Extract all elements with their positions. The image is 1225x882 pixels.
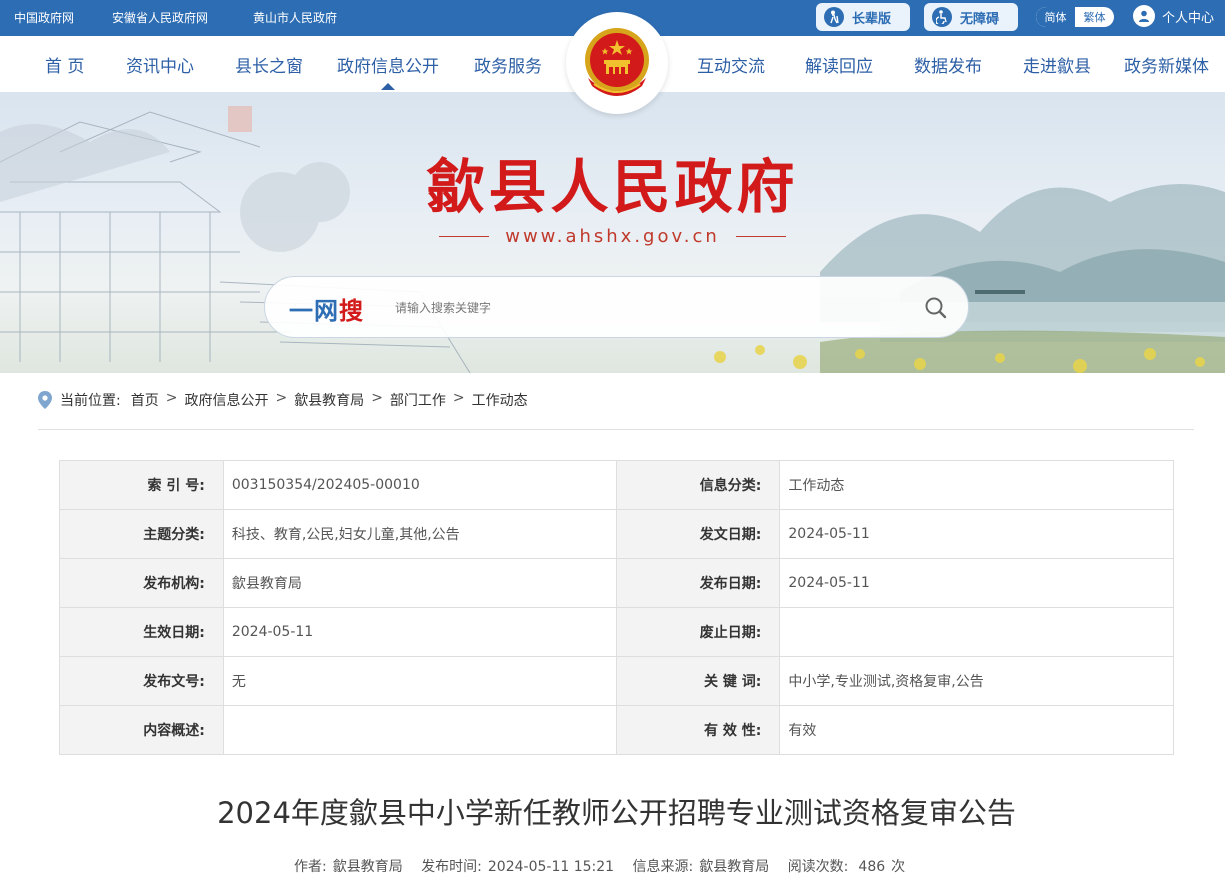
issue-date-label: 发文日期: (615, 509, 781, 559)
elder-mode-button[interactable]: 长辈版 (816, 3, 910, 31)
article-title: 2024年度歙县中小学新任教师公开招聘专业测试资格复审公告 (217, 796, 1016, 830)
index-number-value: 003150354/202405-00010 (222, 460, 617, 510)
keywords-label: 关 键 词: (615, 656, 781, 706)
national-emblem-logo[interactable] (566, 12, 668, 114)
expiry-date-label: 废止日期: (615, 607, 781, 657)
link-huangshan-gov[interactable]: 黄山市人民政府 (253, 9, 337, 26)
nav-interpretation[interactable]: 解读回应 (805, 52, 873, 77)
effective-date-label: 生效日期: (59, 607, 224, 657)
site-title: 歙县人民政府 (426, 153, 799, 221)
breadcrumb-separator: > (371, 390, 383, 406)
expiry-date-value (779, 607, 1174, 657)
search-button[interactable] (923, 295, 949, 321)
views-count: 486 (858, 859, 886, 875)
language-switch: 简体 繁体 (1036, 7, 1114, 27)
accessibility-label: 无障碍 (960, 11, 1000, 27)
search-brand-part1: 一网 (289, 297, 339, 325)
search-brand-part2: 搜 (339, 297, 364, 325)
effective-date-value: 2024-05-11 (222, 607, 617, 657)
nav-new-media[interactable]: 政务新媒体 (1124, 52, 1209, 77)
elder-mode-label: 长辈版 (852, 11, 892, 27)
accessibility-button[interactable]: 无障碍 (924, 3, 1018, 31)
document-number-value: 无 (222, 656, 617, 706)
breadcrumb-department-work[interactable]: 部门工作 (390, 390, 446, 410)
views-label: 阅读次数: (787, 859, 849, 875)
wheelchair-icon (932, 7, 952, 27)
hero-banner: 歙县人民政府 www.ahshx.gov.cn 一网搜 (0, 92, 1225, 373)
author-value: 歙县教育局 (332, 859, 403, 875)
document-number-label: 发布文号: (59, 656, 224, 706)
nav-home[interactable]: 首 页 (45, 52, 84, 77)
validity-value: 有效 (779, 705, 1174, 755)
nav-magistrate[interactable]: 县长之窗 (235, 52, 303, 77)
source-value: 歙县教育局 (699, 859, 770, 875)
search-icon (925, 297, 947, 319)
divider-right (735, 236, 786, 237)
source-label: 信息来源: (632, 859, 694, 875)
nav-gov-info[interactable]: 政府信息公开 (337, 52, 439, 90)
nav-news[interactable]: 资讯中心 (126, 52, 194, 77)
issue-date-value: 2024-05-11 (779, 509, 1174, 559)
breadcrumb-prefix: 当前位置: (60, 393, 121, 409)
nav-data[interactable]: 数据发布 (914, 52, 982, 77)
divider-left (439, 236, 490, 237)
lang-simplified[interactable]: 简体 (1036, 7, 1075, 27)
user-center-label: 个人中心 (1162, 10, 1215, 26)
table-row: 发布机构: 歙县教育局 发布日期: 2024-05-11 (59, 558, 1174, 608)
table-row: 索 引 号: 003150354/202405-00010 信息分类: 工作动态 (59, 460, 1174, 510)
site-url-row: www.ahshx.gov.cn (0, 226, 1225, 247)
breadcrumb-separator: > (165, 390, 178, 406)
topic-category-label: 主题分类: (59, 509, 224, 559)
breadcrumb-separator: > (275, 390, 288, 406)
breadcrumb-home[interactable]: 首页 (131, 390, 159, 410)
breadcrumb-separator: > (452, 390, 465, 406)
nav-services[interactable]: 政务服务 (474, 52, 542, 77)
link-china-gov[interactable]: 中国政府网 (14, 9, 74, 26)
views-unit: 次 (891, 859, 906, 875)
breadcrumb-education-bureau[interactable]: 歙县教育局 (294, 390, 364, 410)
table-row: 内容概述: 有 效 性: 有效 (59, 705, 1174, 755)
search-input[interactable] (395, 297, 875, 319)
info-category-label: 信息分类: (615, 460, 781, 510)
publish-date-label: 发布日期: (615, 558, 781, 608)
table-row: 发布文号: 无 关 键 词: 中小学,专业测试,资格复审,公告 (59, 656, 1174, 706)
topic-category-value: 科技、教育,公民,妇女儿童,其他,公告 (222, 509, 617, 559)
publish-time-label: 发布时间: (421, 859, 482, 875)
lang-traditional[interactable]: 繁体 (1075, 7, 1114, 27)
publish-time-value: 2024-05-11 15:21 (487, 859, 615, 875)
nav-about-shexian[interactable]: 走进歙县 (1023, 52, 1091, 77)
article-meta: 作者: 歙县教育局 发布时间: 2024-05-11 15:21 信息来源: 歙县教育… (294, 856, 919, 876)
table-row: 主题分类: 科技、教育,公民,妇女儿童,其他,公告 发文日期: 2024-05-… (59, 509, 1174, 559)
keywords-value: 中小学,专业测试,资格复审,公告 (779, 656, 1174, 706)
site-url: www.ahshx.gov.cn (505, 226, 720, 247)
publisher-value: 歙县教育局 (222, 558, 617, 608)
author-label: 作者: (294, 859, 327, 875)
info-category-value: 工作动态 (779, 460, 1174, 510)
emblem-icon (585, 28, 649, 96)
elder-icon (824, 7, 844, 27)
link-anhui-gov[interactable]: 安徽省人民政府网 (112, 9, 208, 26)
search-box: 一网搜 (264, 276, 969, 338)
user-icon (1133, 5, 1155, 27)
location-pin-icon (38, 391, 52, 409)
validity-label: 有 效 性: (615, 705, 781, 755)
document-info-table: 索 引 号: 003150354/202405-00010 信息分类: 工作动态… (59, 460, 1174, 755)
index-number-label: 索 引 号: (59, 460, 224, 510)
summary-value (222, 705, 617, 755)
search-brand: 一网搜 (289, 291, 364, 326)
publisher-label: 发布机构: (59, 558, 224, 608)
breadcrumb: 当前位置: 首页 > 政府信息公开 > 歙县教育局 > 部门工作 > 工作动态 (38, 390, 1194, 430)
breadcrumb-work-news[interactable]: 工作动态 (472, 390, 528, 410)
nav-interaction[interactable]: 互动交流 (697, 52, 765, 77)
user-center-link[interactable]: 个人中心 (1133, 5, 1214, 27)
summary-label: 内容概述: (59, 705, 224, 755)
table-row: 生效日期: 2024-05-11 废止日期: (59, 607, 1174, 657)
breadcrumb-gov-info[interactable]: 政府信息公开 (184, 390, 268, 410)
publish-date-value: 2024-05-11 (779, 558, 1174, 608)
